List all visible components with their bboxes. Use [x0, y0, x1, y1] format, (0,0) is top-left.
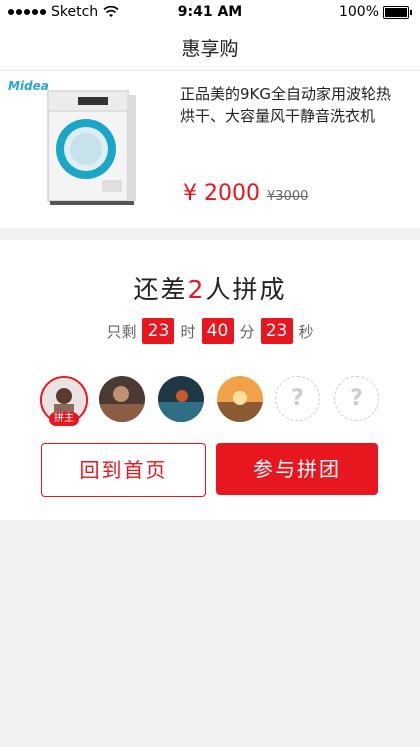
empty-slot: ?	[275, 376, 320, 421]
avatar[interactable]	[217, 376, 263, 422]
original-price: ¥3000	[267, 189, 309, 204]
countdown-prefix: 只剩	[106, 322, 137, 341]
leader-badge: 拼主	[49, 412, 79, 426]
remaining-count: 2	[187, 275, 206, 304]
washing-machine-image	[47, 90, 136, 205]
avatar[interactable]	[99, 376, 145, 422]
empty-slot: ?	[334, 376, 379, 421]
home-button[interactable]: 回到首页	[41, 443, 206, 497]
product-card[interactable]: Midea 正品美的9KG全自动家用波轮热烘干、大容量风干静音洗衣机 ¥ 200…	[0, 71, 420, 228]
countdown-minutes: 40	[201, 318, 234, 344]
status-bar: Sketch 9:41 AM 100%	[0, 0, 420, 24]
nav-bar: 惠享购	[0, 24, 420, 71]
remaining-people: 还差2人拼成	[133, 275, 287, 304]
join-group-button[interactable]: 参与拼团	[216, 443, 378, 495]
hours-unit: 时	[180, 322, 196, 341]
countdown-seconds: 23	[260, 318, 293, 344]
product-price: ¥ 2000	[183, 181, 260, 206]
product-name: 正品美的9KG全自动家用波轮热烘干、大容量风干静音洗衣机	[180, 85, 392, 125]
battery-percent: 100%	[338, 4, 379, 20]
minutes-unit: 分	[239, 322, 255, 341]
countdown-hours: 23	[142, 318, 175, 344]
avatar[interactable]	[158, 376, 204, 422]
countdown-timer: 只剩 23 时 40 分 23 秒	[0, 318, 420, 344]
seconds-unit: 秒	[298, 322, 314, 341]
group-buy-section: 还差2人拼成 只剩 23 时 40 分 23 秒 拼主 ? ? 回到首页 参与拼…	[0, 240, 420, 520]
page-title: 惠享购	[181, 38, 239, 60]
status-right: 100%	[339, 4, 412, 20]
battery-icon	[383, 5, 409, 19]
member-avatars: 拼主 ? ?	[40, 376, 385, 426]
